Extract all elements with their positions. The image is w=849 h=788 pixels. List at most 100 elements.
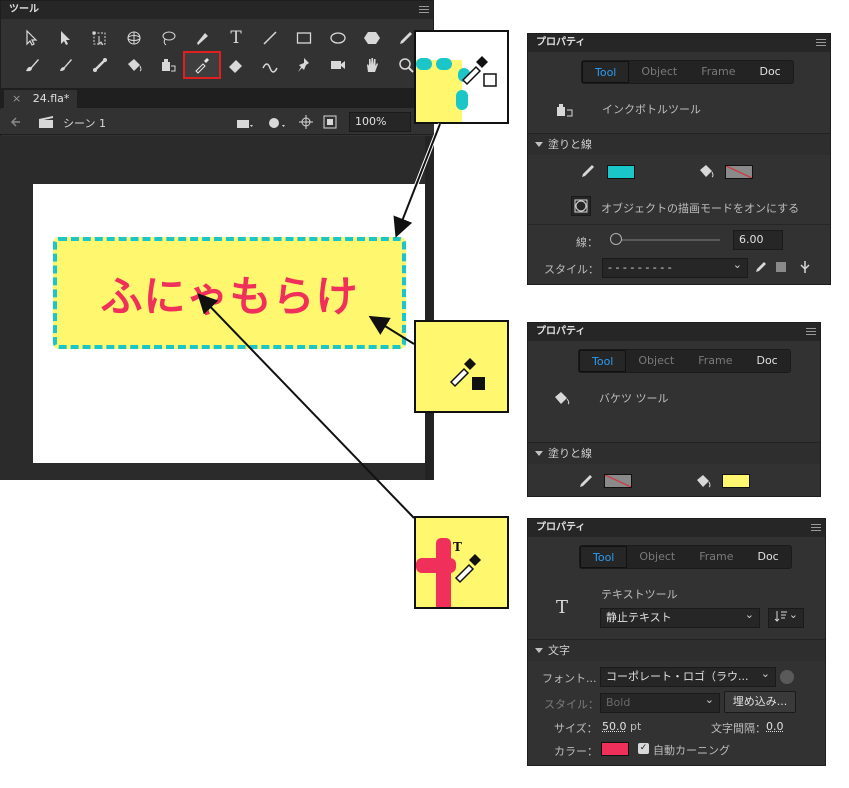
stroke-color-swatch[interactable] <box>607 165 635 179</box>
section-character[interactable]: 文字 <box>528 639 825 661</box>
text-color-swatch[interactable] <box>601 742 629 756</box>
tab-object[interactable]: Object <box>629 61 689 83</box>
stroke-pencil-icon <box>582 165 594 177</box>
brush-library-icon[interactable] <box>774 260 788 274</box>
stroke-color-none-swatch[interactable] <box>604 474 632 488</box>
stroke-style-value: - - - - - - - - - <box>608 261 672 274</box>
clip-stage-icon[interactable] <box>322 114 338 130</box>
3d-rotation-icon[interactable] <box>117 26 151 50</box>
edit-symbols-icon[interactable] <box>268 115 286 129</box>
banner-text[interactable]: ふにゃもらけ <box>100 263 358 324</box>
letter-spacing-value[interactable]: 0.0 <box>766 720 784 733</box>
selection-icon[interactable] <box>15 26 49 50</box>
tool-name: インクボトルツール <box>602 103 701 116</box>
center-stage-icon[interactable] <box>298 114 314 130</box>
lasso-icon[interactable] <box>151 26 185 50</box>
divider <box>528 224 830 225</box>
document-tab[interactable]: × 24.fla* <box>4 90 78 108</box>
line-icon[interactable] <box>253 26 287 50</box>
callout-bucket-illustration <box>449 358 485 390</box>
rectangle-icon[interactable] <box>287 26 321 50</box>
stroke-width-slider-handle[interactable] <box>610 233 622 245</box>
eraser-icon[interactable] <box>219 53 253 77</box>
object-drawing-toggle[interactable] <box>571 196 591 216</box>
clapperboard-icon <box>39 116 53 128</box>
subselection-icon[interactable] <box>49 26 83 50</box>
properties-title: プロパティ <box>528 323 820 341</box>
tab-frame[interactable]: Frame <box>687 546 745 568</box>
vertical-scrollbar[interactable] <box>425 136 434 480</box>
zoom-field[interactable]: 100% <box>349 112 411 132</box>
brush-icon[interactable] <box>49 53 83 77</box>
tab-doc[interactable]: Doc <box>745 546 790 568</box>
font-style-label: スタイル： <box>544 698 599 711</box>
text-direction-dropdown[interactable] <box>768 606 804 628</box>
stroke-pencil-icon <box>580 475 592 487</box>
tab-object[interactable]: Object <box>626 350 686 372</box>
tool-name: テキストツール <box>601 588 678 601</box>
font-family-dropdown[interactable]: コーポレート・ロゴ（ラウ... <box>600 665 776 687</box>
tab-object[interactable]: Object <box>627 546 687 568</box>
fill-color-none-swatch[interactable] <box>725 165 753 179</box>
polystar-icon[interactable] <box>355 26 389 50</box>
stroke-style-dropdown[interactable]: - - - - - - - - - <box>602 256 748 278</box>
pen-icon[interactable] <box>185 26 219 50</box>
text-type-dropdown[interactable]: 静止テキスト <box>600 606 760 628</box>
free-transform-icon[interactable] <box>83 26 117 50</box>
ink-bottle-icon[interactable] <box>151 53 185 77</box>
banner-shape[interactable]: ふにゃもらけ <box>53 237 406 349</box>
panel-menu-icon[interactable] <box>811 524 821 532</box>
text-icon[interactable]: T <box>219 26 253 50</box>
paint-bucket-icon <box>555 392 570 405</box>
font-size-unit: pt <box>630 720 642 733</box>
stroke-width-value: 6.00 <box>739 233 764 246</box>
properties-title-text: プロパティ <box>536 522 586 533</box>
stroke-width-slider[interactable] <box>618 239 720 241</box>
width-profile-icon[interactable] <box>798 259 812 275</box>
stroke-width-field[interactable]: 6.00 <box>733 230 783 250</box>
font-sync-icon[interactable] <box>778 667 796 687</box>
paint-bucket-icon[interactable] <box>117 53 151 77</box>
text-tool-icon: T <box>556 597 569 618</box>
fill-bucket-icon <box>697 475 711 488</box>
tab-frame[interactable]: Frame <box>689 61 747 83</box>
panel-menu-icon[interactable] <box>806 328 816 336</box>
embed-button[interactable]: 埋め込み... <box>724 691 796 713</box>
paint-brush-icon[interactable] <box>15 53 49 77</box>
properties-tabs: Tool Object Frame Doc <box>581 60 794 84</box>
font-size-value[interactable]: 50.0 <box>602 720 627 733</box>
edit-stroke-style-icon[interactable] <box>754 260 768 274</box>
properties-title-text: プロパティ <box>536 37 586 48</box>
tab-doc[interactable]: Doc <box>744 350 789 372</box>
font-style-dropdown[interactable]: Bold <box>600 691 720 713</box>
oval-icon[interactable] <box>321 26 355 50</box>
text-direction-icon <box>774 611 787 622</box>
text-color-label: カラー： <box>554 745 598 758</box>
panel-menu-icon[interactable] <box>816 39 826 47</box>
embed-button-label: 埋め込み... <box>732 695 788 708</box>
panel-menu-icon[interactable] <box>419 6 429 14</box>
fill-color-swatch[interactable] <box>722 474 750 488</box>
tab-tool[interactable]: Tool <box>579 350 627 372</box>
properties-panel-text: プロパティ Tool Object Frame Doc T テキストツール 静止… <box>527 518 826 766</box>
properties-panel-ink: プロパティ Tool Object Frame Doc インクボトルツール 塗り… <box>527 33 831 285</box>
tab-doc[interactable]: Doc <box>747 61 792 83</box>
eyedropper-icon[interactable] <box>183 51 221 79</box>
properties-tabs: Tool Object Frame Doc <box>579 545 792 569</box>
close-icon[interactable]: × <box>12 92 21 105</box>
pin-icon[interactable] <box>287 53 321 77</box>
section-fill-stroke[interactable]: 塗りと線 <box>528 133 830 155</box>
stroke-width-label: 線： <box>576 236 598 249</box>
camera-icon[interactable] <box>321 53 355 77</box>
section-fill-stroke[interactable]: 塗りと線 <box>528 442 820 464</box>
auto-kerning-checkbox[interactable]: ✓ <box>638 743 649 754</box>
tab-tool[interactable]: Tool <box>582 61 630 83</box>
tab-tool[interactable]: Tool <box>580 546 628 568</box>
scene-bar: シーン 1 100% <box>0 109 434 135</box>
tab-frame[interactable]: Frame <box>686 350 744 372</box>
width-icon[interactable] <box>253 53 287 77</box>
hand-icon[interactable] <box>355 53 389 77</box>
back-arrow-icon[interactable] <box>10 116 22 128</box>
bone-icon[interactable] <box>83 53 117 77</box>
edit-scene-icon[interactable] <box>236 115 254 129</box>
